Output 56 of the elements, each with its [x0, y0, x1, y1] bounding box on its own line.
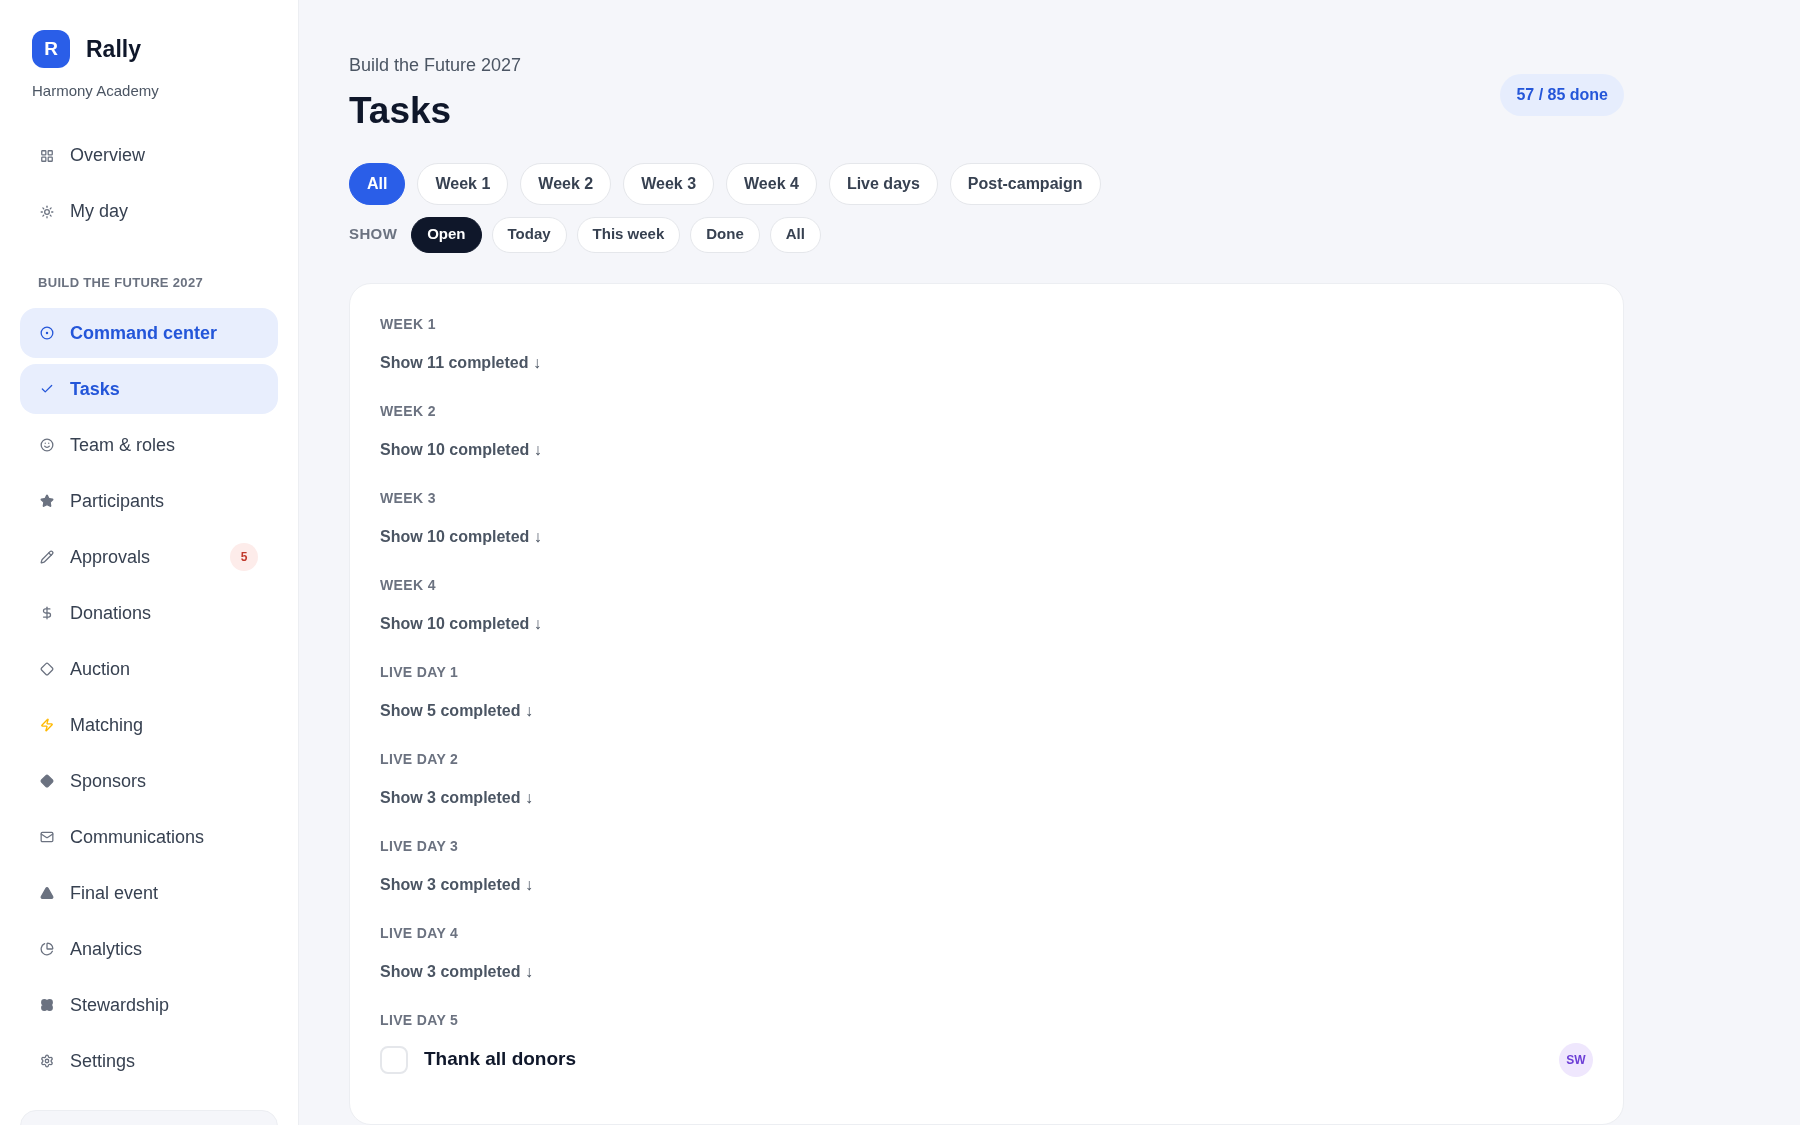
group-heading: LIVE DAY 2	[380, 749, 460, 769]
filter-chip[interactable]: Open	[411, 216, 482, 253]
show-label: SHOW	[349, 224, 398, 245]
sidebar-item[interactable]: My day	[20, 186, 278, 237]
count-badge: 5	[230, 543, 258, 571]
phase-tab[interactable]: Week 2	[520, 162, 612, 205]
sidebar-item[interactable]: Communications	[20, 812, 278, 862]
sidebar-item[interactable]: Settings	[20, 1036, 278, 1086]
sidebar-item[interactable]: Participants	[20, 476, 278, 526]
filter-chip[interactable]: This week	[576, 216, 681, 253]
sidebar-item[interactable]: Command center	[20, 308, 278, 358]
show-completed-link[interactable]: Show 10 completed ↓	[380, 524, 542, 549]
filter-chip[interactable]: Today	[491, 216, 567, 253]
organization-name: Harmony Academy	[31, 81, 160, 101]
phase-tab[interactable]: Week 3	[623, 162, 715, 205]
sidebar-item[interactable]: Auction	[20, 644, 278, 694]
show-completed-link[interactable]: Show 11 completed ↓	[380, 350, 541, 375]
group-heading: WEEK 1	[380, 314, 437, 334]
group-heading: WEEK 4	[380, 575, 437, 595]
group-heading: WEEK 2	[380, 401, 437, 421]
group-heading: LIVE DAY 1	[380, 662, 460, 682]
section-heading: BUILD THE FUTURE 2027	[37, 273, 204, 292]
sidebar-item[interactable]: Team & roles	[20, 420, 278, 470]
group-heading: WEEK 3	[380, 488, 437, 508]
filter-chip[interactable]: All	[769, 216, 821, 253]
show-completed-link[interactable]: Show 10 completed ↓	[380, 611, 542, 636]
breadcrumb: Build the Future 2027	[349, 54, 522, 77]
phase-tab[interactable]: Live days	[828, 162, 938, 205]
progress-badge: 57 / 85 done	[1500, 74, 1624, 116]
phase-tab[interactable]: Week 4	[726, 162, 817, 205]
app-name: Rally	[86, 34, 141, 64]
sidebar-item[interactable]: Matching	[20, 700, 278, 750]
sidebar-item[interactable]: Sponsors	[20, 756, 278, 806]
show-completed-link[interactable]: Show 3 completed ↓	[380, 959, 533, 984]
phase-tab[interactable]: All	[349, 162, 406, 205]
group-heading: LIVE DAY 5	[380, 1010, 460, 1030]
filter-chip[interactable]: Done	[690, 216, 760, 253]
show-completed-link[interactable]: Show 3 completed ↓	[380, 872, 533, 897]
sidebar-item[interactable]: Tasks	[20, 364, 278, 414]
logo-icon: R	[32, 30, 70, 68]
sidebar-item[interactable]: Overview	[20, 130, 278, 181]
assignee-avatar: SW	[1559, 1042, 1593, 1077]
sidebar-item[interactable]: Donations	[20, 588, 278, 638]
phase-tab[interactable]: Week 1	[417, 162, 509, 205]
sidebar-item[interactable]: Stewardship	[20, 980, 278, 1030]
group-heading: LIVE DAY 4	[380, 923, 460, 943]
sidebar-item[interactable]: Approvals 5	[20, 532, 278, 582]
sidebar-item[interactable]: Analytics	[20, 924, 278, 974]
phase-tab[interactable]: Post-campaign	[949, 162, 1101, 205]
group-heading: LIVE DAY 3	[380, 836, 460, 856]
show-completed-link[interactable]: Show 10 completed ↓	[380, 437, 542, 462]
sidebar-item[interactable]: Final event	[20, 868, 278, 918]
page-title: Tasks	[349, 89, 453, 133]
task-title: Thank all donors	[424, 1047, 578, 1072]
show-completed-link[interactable]: Show 3 completed ↓	[380, 785, 533, 810]
show-completed-link[interactable]: Show 5 completed ↓	[380, 698, 533, 723]
